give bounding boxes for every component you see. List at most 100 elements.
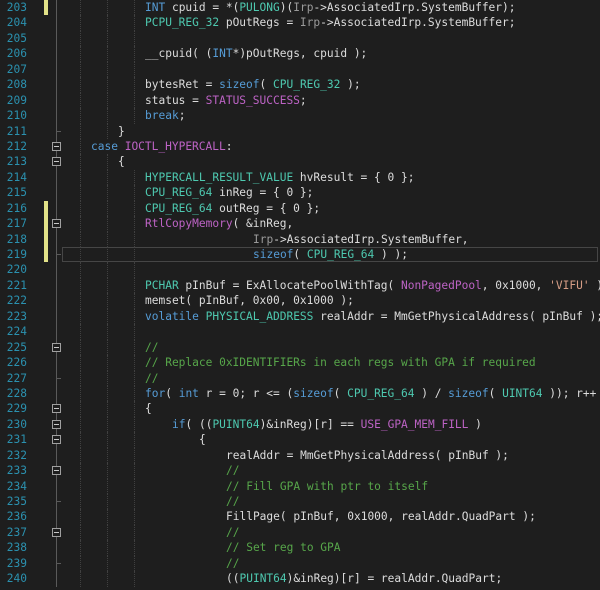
code-line[interactable]: 225 //: [0, 339, 600, 356]
code-line[interactable]: 218 Irp->AssociatedIrp.SystemBuffer,: [0, 231, 600, 247]
indent-guide: [79, 494, 81, 510]
code-text[interactable]: //: [226, 556, 239, 571]
code-line[interactable]: 224: [0, 324, 600, 340]
code-text[interactable]: status = STATUS_SUCCESS;: [145, 93, 307, 108]
indent-guide: [106, 385, 108, 402]
fold-guide: [56, 447, 57, 464]
code-line[interactable]: 212 case IOCTL_HYPERCALL:: [0, 138, 600, 155]
code-token: (: [165, 386, 179, 400]
code-line[interactable]: 240 ((PUINT64)&inReg)[r] = realAddr.QuadP…: [0, 571, 600, 587]
code-line[interactable]: 235 //: [0, 494, 600, 510]
code-text[interactable]: if( ((PUINT64)&inReg)[r] == USE_GPA_MEM_…: [172, 417, 482, 432]
indent-guide: [106, 277, 108, 294]
code-line[interactable]: 226 // Replace 0xIDENTIFIERs in each regs…: [0, 355, 600, 371]
code-text[interactable]: sizeof( CPU_REG_64 ) );: [253, 247, 408, 262]
code-text[interactable]: // Set reg to GPA: [226, 540, 341, 555]
code-line[interactable]: 213 {: [0, 154, 600, 170]
code-text[interactable]: //: [145, 340, 158, 355]
collapse-icon[interactable]: [52, 435, 61, 445]
code-line[interactable]: 203 INT cpuid = *(PULONG)(Irp->Associated…: [0, 0, 600, 16]
code-text[interactable]: }: [118, 124, 125, 139]
code-line[interactable]: 209 status = STATUS_SUCCESS;: [0, 92, 600, 109]
code-line[interactable]: 232 realAddr = MmGetPhysicalAddress( pInB…: [0, 447, 600, 464]
code-token: sizeof: [253, 248, 294, 261]
code-text[interactable]: FillPage( pInBuf, 0x1000, realAddr.QuadP…: [226, 509, 536, 524]
code-token: {: [145, 402, 152, 416]
code-text[interactable]: bytesRet = sizeof( CPU_REG_32 );: [145, 77, 361, 92]
code-text[interactable]: PCHAR pInBuf = ExAllocatePoolWithTag( No…: [145, 278, 600, 293]
code-text[interactable]: PCPU_REG_32 pOutRegs = Irp->AssociatedIr…: [145, 15, 515, 30]
code-line[interactable]: 222 memset( pInBuf, 0x00, 0x1000 );: [0, 293, 600, 309]
code-text[interactable]: {: [199, 432, 206, 447]
indent-guide: [106, 401, 108, 417]
code-line[interactable]: 219 sizeof( CPU_REG_64 ) );: [0, 247, 600, 263]
code-line[interactable]: 236 FillPage( pInBuf, 0x1000, realAddr.Qu…: [0, 509, 600, 525]
code-line[interactable]: 239 //: [0, 555, 600, 572]
indent-guide: [106, 293, 108, 309]
indent-guide: [106, 355, 108, 371]
code-text[interactable]: HYPERCALL_RESULT_VALUE hvResult = { 0 };: [145, 170, 414, 185]
code-text[interactable]: //: [226, 525, 239, 540]
code-token: sizeof: [448, 386, 489, 400]
code-text[interactable]: //: [145, 371, 158, 386]
code-text[interactable]: realAddr = MmGetPhysicalAddress( pInBuf …: [226, 448, 509, 463]
code-text[interactable]: volatile PHYSICAL_ADDRESS realAddr = MmG…: [145, 309, 600, 324]
code-text[interactable]: case IOCTL_HYPERCALL:: [91, 139, 233, 154]
code-text[interactable]: // Fill GPA with ptr to itself: [226, 479, 428, 494]
code-text[interactable]: RtlCopyMemory( &inReg,: [145, 216, 293, 231]
code-line[interactable]: 234 // Fill GPA with ptr to itself: [0, 478, 600, 494]
collapse-icon[interactable]: [52, 157, 61, 167]
code-line[interactable]: 221 PCHAR pInBuf = ExAllocatePoolWithTag(…: [0, 277, 600, 294]
code-line[interactable]: 229 {: [0, 401, 600, 417]
collapse-icon[interactable]: [52, 419, 61, 429]
code-token: // Replace 0xIDENTIFIERs in each regs wi…: [145, 356, 536, 370]
code-text[interactable]: CPU_REG_64 inReg = { 0 };: [145, 185, 313, 200]
code-line[interactable]: 206 __cpuid( (INT*)pOutRegs, cpuid );: [0, 46, 600, 62]
code-line[interactable]: 233 //: [0, 463, 600, 479]
line-number: 226: [6, 356, 27, 370]
collapse-icon[interactable]: [52, 342, 61, 352]
code-line[interactable]: 208 bytesRet = sizeof( CPU_REG_32 );: [0, 77, 600, 93]
code-text[interactable]: CPU_REG_64 outReg = { 0 };: [145, 201, 320, 216]
code-text[interactable]: //: [226, 463, 239, 478]
code-line[interactable]: 237 //: [0, 524, 600, 541]
indent-guide: [133, 324, 135, 340]
code-line[interactable]: 216 CPU_REG_64 outReg = { 0 };: [0, 200, 600, 217]
collapse-icon[interactable]: [52, 404, 61, 414]
code-line[interactable]: 228 for( int r = 0; r <= (sizeof( CPU_REG…: [0, 385, 600, 402]
code-line[interactable]: 217 RtlCopyMemory( &inReg,: [0, 216, 600, 232]
code-text[interactable]: for( int r = 0; r <= (sizeof( CPU_REG_64…: [145, 386, 600, 401]
code-text[interactable]: {: [118, 154, 125, 169]
code-editor[interactable]: 203 INT cpuid = *(PULONG)(Irp->Associated…: [0, 0, 600, 590]
code-token: volatile: [145, 309, 199, 323]
code-line[interactable]: 214 HYPERCALL_RESULT_VALUE hvResult = { 0…: [0, 169, 600, 186]
code-text[interactable]: Irp->AssociatedIrp.SystemBuffer,: [253, 232, 469, 247]
code-text[interactable]: memset( pInBuf, 0x00, 0x1000 );: [145, 293, 354, 308]
code-text[interactable]: //: [226, 494, 239, 509]
code-line[interactable]: 230 if( ((PUINT64)&inReg)[r] == USE_GPA_M…: [0, 416, 600, 433]
code-line[interactable]: 227 //: [0, 370, 600, 386]
code-text[interactable]: {: [145, 401, 152, 416]
code-line[interactable]: 231 {: [0, 432, 600, 448]
indent-guide: [133, 385, 135, 402]
code-line[interactable]: 211}: [0, 123, 600, 139]
code-line[interactable]: 238 // Set reg to GPA: [0, 540, 600, 556]
collapse-icon[interactable]: [52, 466, 61, 476]
code-text[interactable]: __cpuid( (INT*)pOutRegs, cpuid );: [145, 46, 367, 61]
code-text[interactable]: ((PUINT64)&inReg)[r] = realAddr.QuadPart…: [226, 571, 502, 586]
code-token: ;: [299, 93, 307, 107]
collapse-icon[interactable]: [52, 219, 61, 229]
code-line[interactable]: 215 CPU_REG_64 inReg = { 0 };: [0, 185, 600, 201]
code-text[interactable]: // Replace 0xIDENTIFIERs in each regs wi…: [145, 355, 536, 370]
code-line[interactable]: 204 PCPU_REG_32 pOutRegs = Irp->Associate…: [0, 15, 600, 31]
code-line[interactable]: 207: [0, 61, 600, 78]
code-line[interactable]: 220: [0, 262, 600, 278]
fold-guide: [56, 293, 57, 309]
code-line[interactable]: 205: [0, 30, 600, 47]
collapse-icon[interactable]: [52, 527, 61, 537]
collapse-icon[interactable]: [52, 141, 61, 151]
code-text[interactable]: INT cpuid = *(PULONG)(Irp->AssociatedIrp…: [145, 0, 516, 15]
code-line[interactable]: 210 break;: [0, 108, 600, 124]
code-line[interactable]: 223 volatile PHYSICAL_ADDRESS realAddr = …: [0, 308, 600, 325]
code-text[interactable]: break;: [145, 108, 185, 123]
